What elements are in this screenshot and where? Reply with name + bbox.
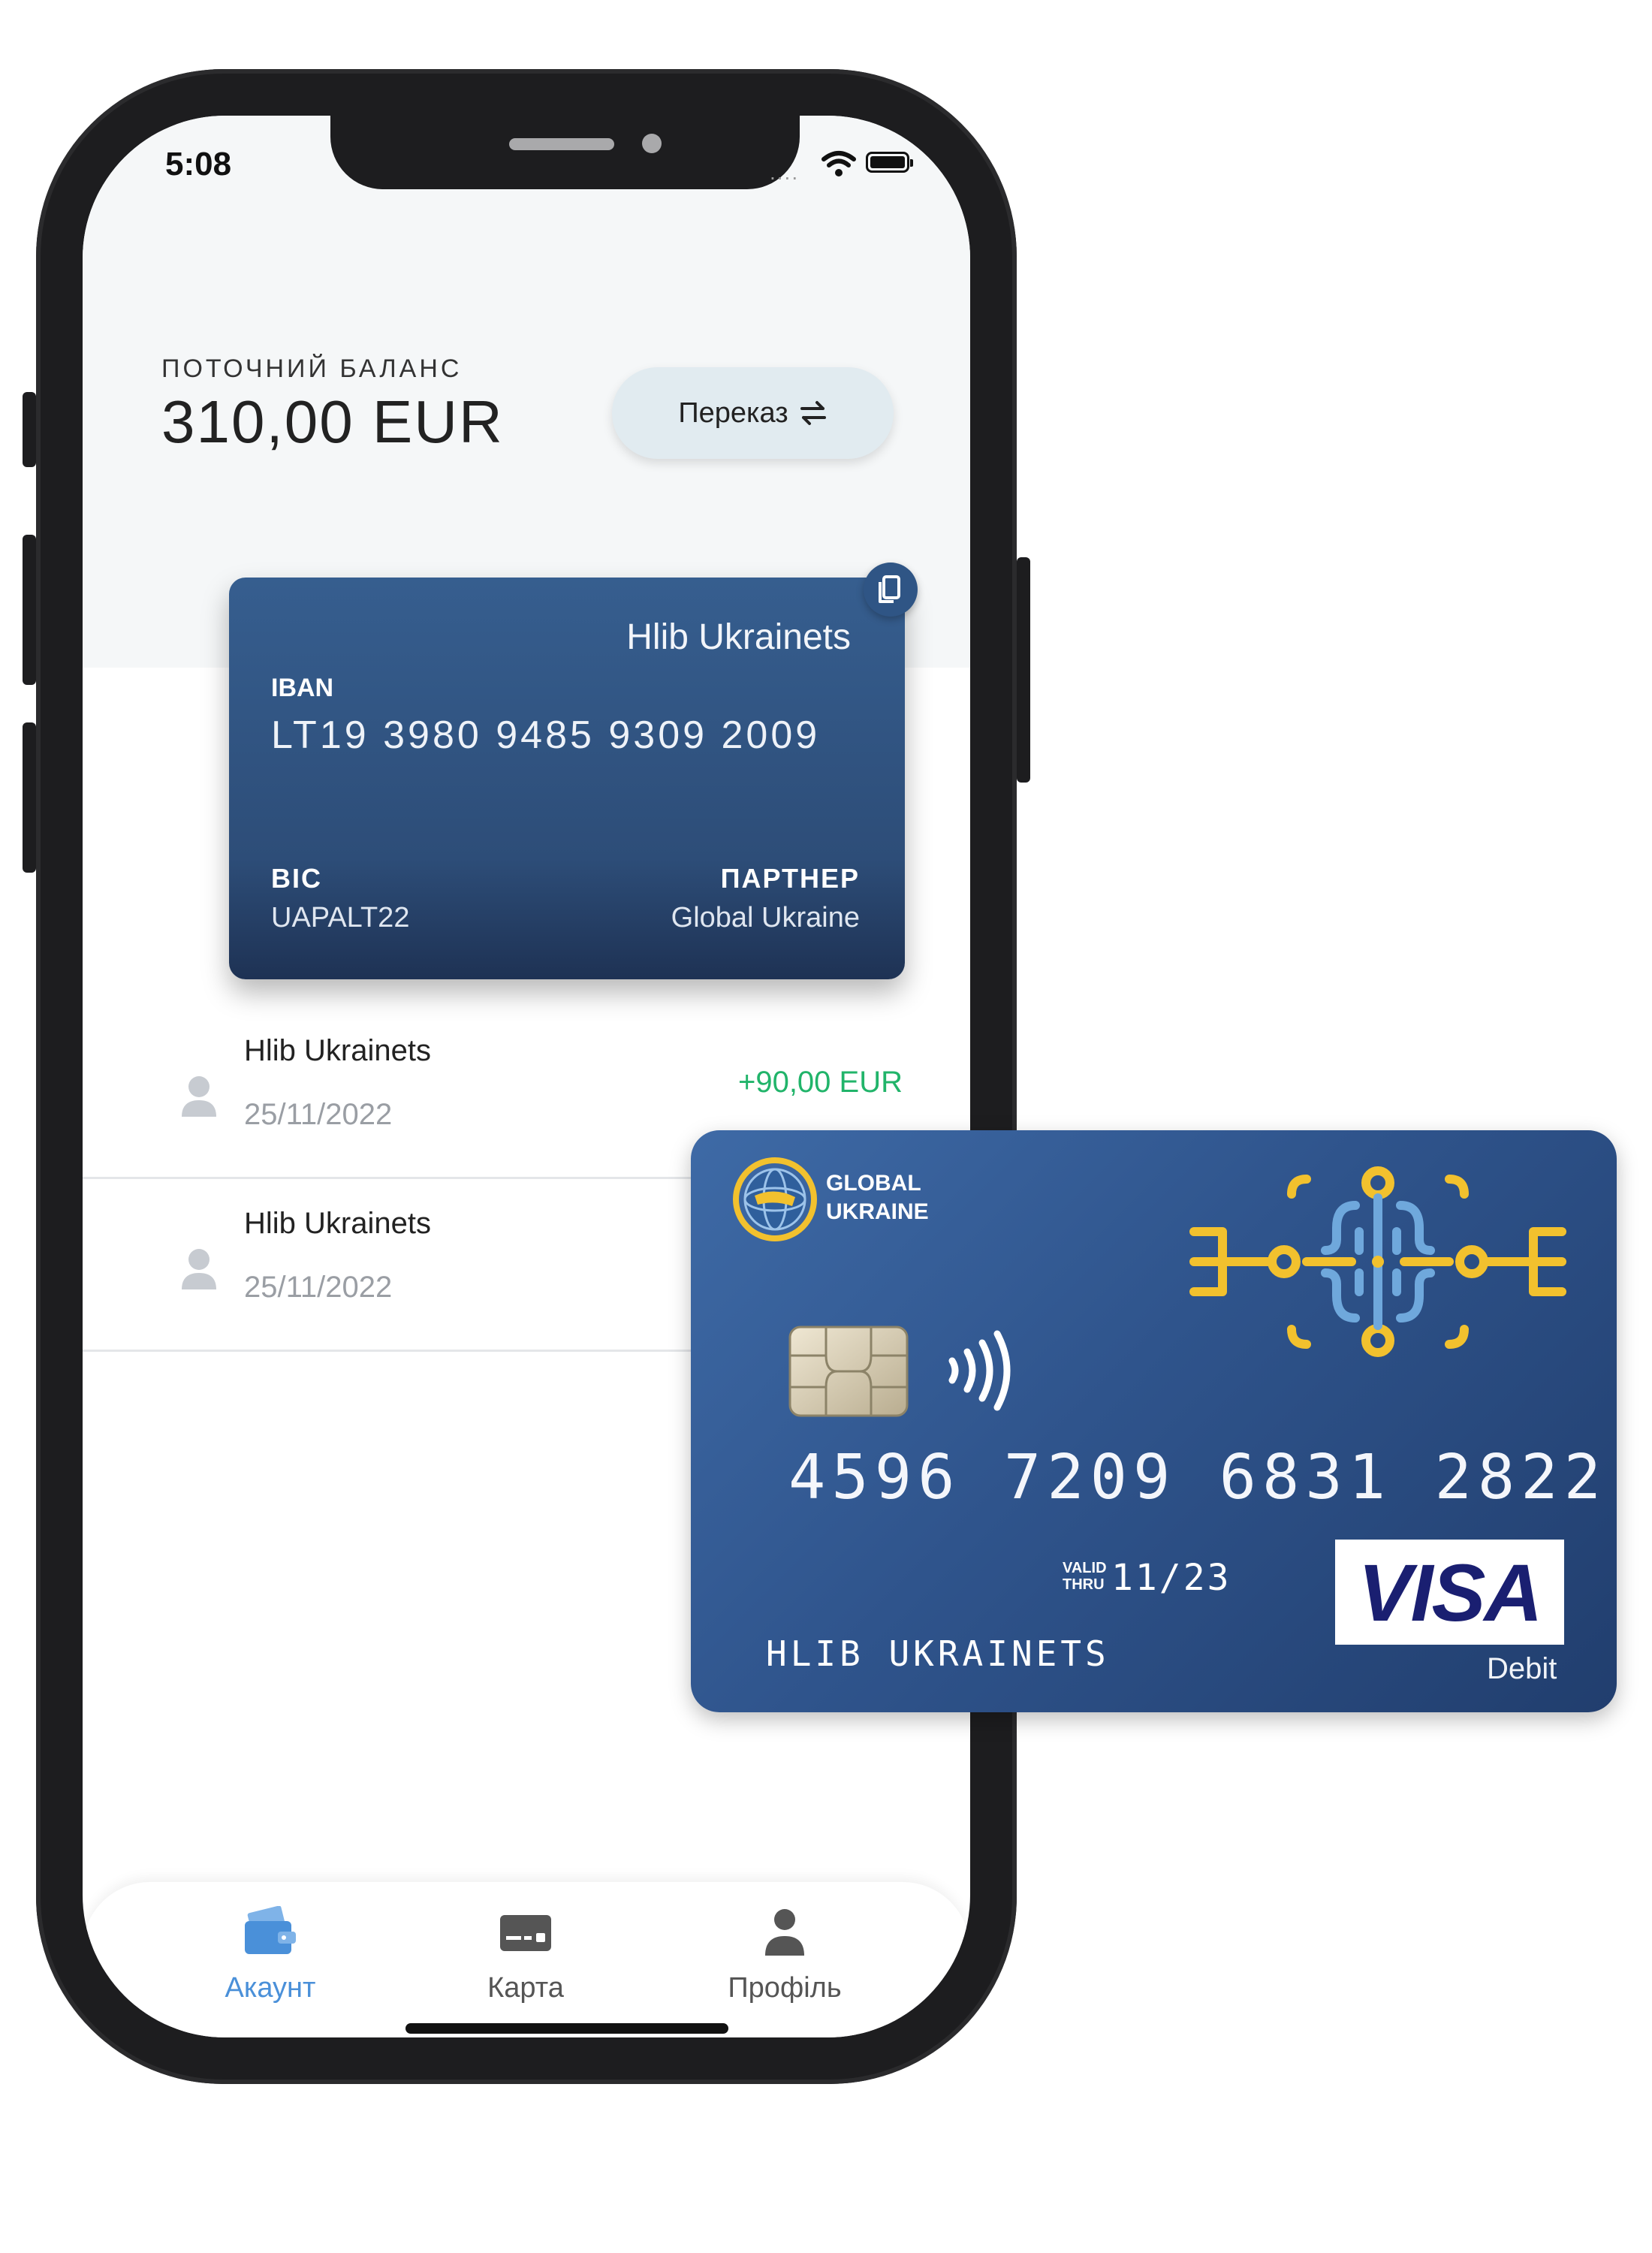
- nav-card[interactable]: Карта: [413, 1897, 638, 2010]
- status-time: 5:08: [165, 146, 232, 182]
- wifi-icon: [821, 151, 856, 176]
- profile-icon: [765, 1909, 804, 1956]
- partner-value: Global Ukraine: [671, 902, 860, 933]
- signal-icon: ....: [770, 161, 800, 184]
- visa-wordmark: VISA: [1358, 1546, 1542, 1638]
- nav-profile-label: Профіль: [728, 1972, 842, 2004]
- speaker-grille: [509, 138, 614, 150]
- status-icons: ....: [770, 146, 935, 184]
- bottom-navigation: Акаунт Карта Профіль: [83, 1882, 970, 2037]
- copy-button[interactable]: [864, 562, 918, 617]
- battery-icon: [866, 152, 913, 173]
- expiry-date: 11/23: [1111, 1557, 1231, 1599]
- front-camera: [642, 134, 662, 153]
- nav-profile[interactable]: Профіль: [672, 1897, 897, 2010]
- volume-down-button: [23, 722, 36, 873]
- transaction-date: 25/11/2022: [244, 1098, 393, 1131]
- valid-label-line1: VALID: [1063, 1560, 1107, 1576]
- balance-value: 310,00 EUR: [161, 388, 504, 455]
- transfer-label: Переказ: [678, 397, 788, 429]
- home-indicator[interactable]: [405, 2023, 728, 2034]
- iban-label: IBAN: [271, 674, 334, 702]
- wallet-icon: [245, 1906, 296, 1954]
- card-number: 4596 7209 6831 2822: [788, 1442, 1607, 1513]
- balance-label: ПОТОЧНИЙ БАЛАНС: [161, 354, 463, 383]
- chip-icon: [788, 1326, 909, 1417]
- user-avatar-icon: [182, 1076, 216, 1117]
- transaction-name: Hlib Ukrainets: [244, 1207, 431, 1240]
- phone-frame: 5:08 .... ПОТОЧНИЙ БАЛАНС 310,00 EUR Пер…: [23, 69, 1030, 2084]
- valid-thru-label: VALID THRU: [1063, 1560, 1107, 1593]
- notch: [330, 116, 800, 189]
- iban-value: LT19 3980 9485 9309 2009: [271, 713, 821, 757]
- power-button: [1017, 557, 1030, 783]
- transaction-amount: +90,00 EUR: [737, 1066, 903, 1099]
- card-brand-line1: GLOBAL: [826, 1171, 921, 1196]
- global-ukraine-logo-icon: [733, 1157, 817, 1241]
- card-brand: GLOBAL UKRAINE: [826, 1169, 929, 1226]
- ornament-pattern-icon: [1189, 1166, 1566, 1357]
- card-icon: [500, 1915, 551, 1951]
- partner-label: ПАРТНЕР: [720, 863, 860, 894]
- nav-account[interactable]: Акаунт: [158, 1897, 383, 2010]
- user-avatar-icon: [182, 1249, 216, 1289]
- account-card[interactable]: Hlib Ukrainets IBAN LT19 3980 9485 9309 …: [229, 578, 905, 979]
- transaction-date: 25/11/2022: [244, 1271, 393, 1304]
- phone-screen: 5:08 .... ПОТОЧНИЙ БАЛАНС 310,00 EUR Пер…: [83, 116, 970, 2037]
- transfer-button[interactable]: Переказ: [612, 367, 894, 459]
- transfer-arrows-icon: [800, 401, 826, 425]
- card-type: Debit: [1487, 1652, 1557, 1685]
- mute-switch: [23, 392, 36, 467]
- cardholder-name: HLIB UKRAINETS: [766, 1633, 1110, 1674]
- nav-account-label: Акаунт: [225, 1972, 316, 2004]
- nav-card-label: Карта: [487, 1972, 564, 2004]
- bic-value: UAPALT22: [271, 902, 410, 933]
- bic-label: BIC: [271, 863, 322, 894]
- account-holder-name: Hlib Ukrainets: [626, 617, 851, 657]
- debit-card: GLOBAL UKRAINE 4596 7209 6831 2822 VALID…: [691, 1130, 1617, 1712]
- card-brand-line2: UKRAINE: [826, 1199, 929, 1224]
- copy-icon: [879, 575, 900, 603]
- contactless-icon: [948, 1330, 1011, 1411]
- transaction-name: Hlib Ukrainets: [244, 1034, 431, 1067]
- volume-up-button: [23, 535, 36, 685]
- visa-logo: VISA: [1335, 1540, 1564, 1645]
- valid-label-line2: THRU: [1063, 1576, 1105, 1593]
